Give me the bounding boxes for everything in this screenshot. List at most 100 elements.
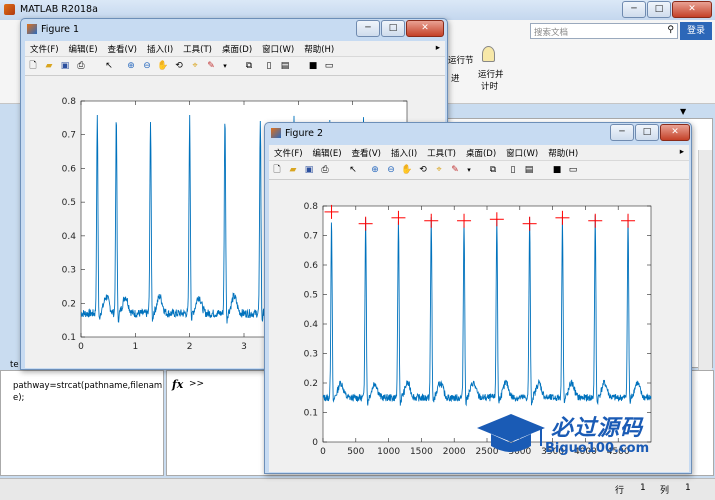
menu-item-2[interactable]: 查看(V) (103, 41, 142, 57)
figure2-menubar: 文件(F) 编辑(E) 查看(V) 插入(I) 工具(T) 桌面(D) 窗口(W) 帮助(H)… (269, 145, 689, 161)
menu-item-6[interactable]: 窗口(W) (257, 41, 299, 57)
matlab-maximize-button[interactable]: □ (647, 1, 671, 18)
y-tick-label: 0.5 (304, 291, 318, 301)
x-tick-label: 0 (78, 342, 84, 352)
show-tools-icon[interactable]: ▭ (323, 60, 335, 72)
y-tick-label: 0.2 (304, 379, 318, 389)
print-icon[interactable]: ⎙ (75, 60, 87, 72)
menu-item-2[interactable]: 查看(V) (347, 145, 386, 161)
figure2-maximize-button[interactable]: □ (635, 124, 659, 141)
menu-item-4[interactable]: 工具(T) (178, 41, 217, 57)
menu-item-5[interactable]: 桌面(D) (217, 41, 257, 57)
left-pane-label: te (10, 360, 19, 370)
y-tick-label: 0.7 (62, 131, 76, 141)
save-icon[interactable]: ▣ (59, 60, 71, 72)
legend-icon[interactable]: ▤ (523, 164, 535, 176)
matlab-title: MATLAB R2018a (20, 4, 98, 15)
menu-item-0[interactable]: 文件(F) (25, 41, 64, 57)
figure1-toolbar: 🗋 ▰ ▣ ⎙ ↖ ⊕ ⊖ ✋ ⟲ ⌖ ✎ ▾ ⧉ ▯ ▤ ■ ▭ (25, 57, 445, 76)
zoom-in-icon[interactable]: ⊕ (125, 60, 137, 72)
pan-icon[interactable]: ✋ (401, 164, 413, 176)
figure2-minimize-button[interactable]: ─ (610, 124, 634, 141)
x-tick-label: 1000 (377, 447, 400, 457)
link-icon[interactable]: ⧉ (487, 164, 499, 176)
colorbar-icon[interactable]: ▯ (263, 60, 275, 72)
menu-item-7[interactable]: 帮助(H) (543, 145, 583, 161)
status-col-label: 列 (660, 486, 670, 496)
figure1-maximize-button[interactable]: □ (381, 20, 405, 37)
figure2-window[interactable]: Figure 2 ─ □ ✕ 文件(F) 编辑(E) 查看(V) 插入(I) 工具(T)… (264, 122, 692, 474)
figure2-titlebar[interactable]: Figure 2 ─ □ ✕ (265, 123, 691, 145)
figure1-titlebar[interactable]: Figure 1 ─ □ ✕ (21, 19, 447, 41)
y-tick-label: 0.2 (62, 299, 76, 309)
brush-icon[interactable]: ✎ (449, 164, 461, 176)
menu-item-6[interactable]: 窗口(W) (501, 145, 543, 161)
rotate-icon[interactable]: ⟲ (173, 60, 185, 72)
link-icon[interactable]: ⧉ (243, 60, 255, 72)
figure2-icon (271, 128, 281, 138)
y-tick-label: 0.4 (62, 232, 77, 242)
print-icon[interactable]: ⎙ (319, 164, 331, 176)
advance-label[interactable]: 进 (451, 72, 460, 84)
watermark-subtitle: Biguo100.com (545, 441, 650, 456)
save-icon[interactable]: ▣ (303, 164, 315, 176)
new-icon[interactable]: 🗋 (27, 60, 39, 72)
brush-dropdown-icon[interactable]: ▾ (463, 164, 475, 176)
pointer-icon[interactable]: ↖ (103, 60, 115, 72)
rotate-icon[interactable]: ⟲ (417, 164, 429, 176)
colorbar-icon[interactable]: ▯ (507, 164, 519, 176)
hide-tools-icon[interactable]: ■ (307, 60, 319, 72)
y-tick-label: 0.3 (62, 266, 76, 276)
search-input[interactable]: 搜索文档 (534, 26, 568, 38)
menu-item-4[interactable]: 工具(T) (422, 145, 461, 161)
graduation-cap-icon (477, 414, 545, 452)
run-time-icon[interactable] (482, 46, 495, 62)
figure1-minimize-button[interactable]: ─ (356, 20, 380, 37)
login-button[interactable]: 登录 (680, 22, 712, 40)
y-tick-label: 0.3 (304, 350, 318, 360)
new-icon[interactable]: 🗋 (271, 164, 283, 176)
menu-item-0[interactable]: 文件(F) (269, 145, 308, 161)
search-box[interactable]: 搜索文档 ⚲ (530, 23, 678, 39)
menu-item-7[interactable]: 帮助(H) (299, 41, 339, 57)
y-tick-label: 0.6 (304, 261, 319, 271)
run-time-label-1[interactable]: 运行并 (478, 68, 504, 80)
right-scrollbar[interactable] (698, 150, 712, 375)
menu-item-1[interactable]: 编辑(E) (64, 41, 103, 57)
status-row-label: 行 (615, 486, 625, 496)
zoom-out-icon[interactable]: ⊖ (385, 164, 397, 176)
open-icon[interactable]: ▰ (43, 60, 55, 72)
run-time-label-2[interactable]: 计时 (481, 80, 498, 92)
menu-item-5[interactable]: 桌面(D) (461, 145, 501, 161)
y-tick-label: 0.1 (62, 333, 76, 343)
x-tick-label: 2000 (443, 447, 466, 457)
menu-item-3[interactable]: 插入(I) (142, 41, 178, 57)
data-cursor-icon[interactable]: ⌖ (433, 164, 445, 176)
pointer-icon[interactable]: ↖ (347, 164, 359, 176)
show-tools-icon[interactable]: ▭ (567, 164, 579, 176)
pan-icon[interactable]: ✋ (157, 60, 169, 72)
figure1-menubar: 文件(F) 编辑(E) 查看(V) 插入(I) 工具(T) 桌面(D) 窗口(W) 帮助(H)… (25, 41, 445, 57)
brush-dropdown-icon[interactable]: ▾ (219, 60, 231, 72)
menu-arrow-icon[interactable]: ▸ (675, 145, 689, 159)
y-tick-label: 0.6 (62, 164, 77, 174)
menu-item-3[interactable]: 插入(I) (386, 145, 422, 161)
toolstrip-scroll-arrow[interactable]: ▼ (680, 107, 686, 116)
search-icon[interactable]: ⚲ (667, 25, 674, 35)
data-cursor-icon[interactable]: ⌖ (189, 60, 201, 72)
menu-item-1[interactable]: 编辑(E) (308, 145, 347, 161)
zoom-in-icon[interactable]: ⊕ (369, 164, 381, 176)
zoom-out-icon[interactable]: ⊖ (141, 60, 153, 72)
hide-tools-icon[interactable]: ■ (551, 164, 563, 176)
y-tick-label: 0.8 (62, 97, 77, 107)
legend-icon[interactable]: ▤ (279, 60, 291, 72)
matlab-minimize-button[interactable]: ─ (622, 1, 646, 18)
figure2-close-button[interactable]: ✕ (660, 124, 690, 141)
open-icon[interactable]: ▰ (287, 164, 299, 176)
fx-icon[interactable]: fx (172, 378, 183, 391)
matlab-close-button[interactable]: ✕ (672, 1, 712, 18)
figure1-close-button[interactable]: ✕ (406, 20, 444, 37)
menu-arrow-icon[interactable]: ▸ (431, 41, 445, 55)
run-section-label[interactable]: 运行节 (448, 54, 474, 66)
brush-icon[interactable]: ✎ (205, 60, 217, 72)
